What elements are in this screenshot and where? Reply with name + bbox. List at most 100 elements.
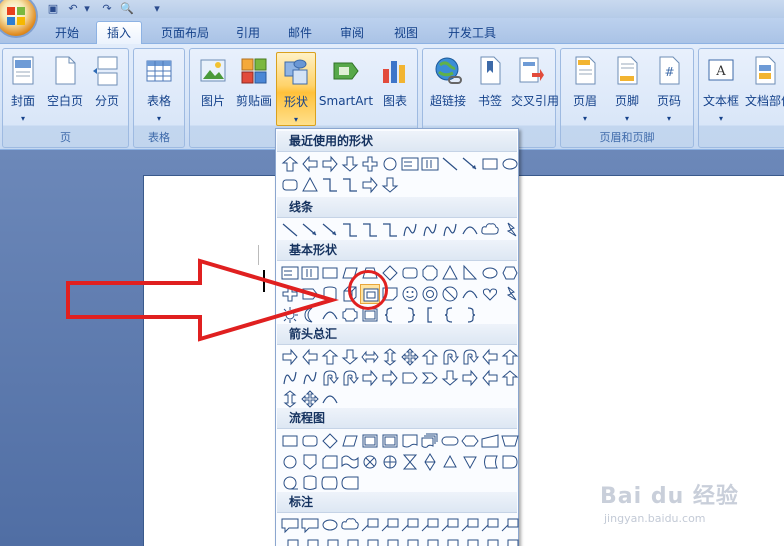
darr-shape-icon[interactable] — [380, 175, 400, 195]
curve-shape-icon[interactable] — [280, 368, 300, 388]
table-button[interactable]: 表格 ▾ — [138, 52, 180, 126]
qat-dropdown-icon[interactable]: ▾ — [150, 2, 164, 15]
rect-shape-icon[interactable] — [320, 263, 340, 283]
larr-shape-icon[interactable] — [300, 347, 320, 367]
linecall-shape-icon[interactable] — [360, 515, 380, 535]
footer-button[interactable]: 页脚 ▾ — [607, 52, 647, 126]
arrowline-shape-icon[interactable] — [300, 220, 320, 240]
darr-shape-icon[interactable] — [340, 154, 360, 174]
frame-shape-icon[interactable] — [360, 431, 380, 451]
uarr-shape-icon[interactable] — [420, 347, 440, 367]
tab-home[interactable]: 开始 — [44, 22, 90, 44]
arc-shape-icon[interactable] — [320, 389, 340, 409]
card-shape-icon[interactable] — [320, 452, 340, 472]
textbox-button[interactable]: A 文本框 ▾ — [701, 52, 741, 126]
lbrk-shape-icon[interactable] — [440, 305, 460, 325]
smile-shape-icon[interactable] — [400, 284, 420, 304]
term-shape-icon[interactable] — [440, 431, 460, 451]
tab-mailings[interactable]: 邮件 — [278, 22, 322, 44]
cover-button[interactable]: 封面 ▾ — [5, 52, 41, 126]
oval-shape-icon[interactable] — [480, 263, 500, 283]
orj-shape-icon[interactable] — [380, 452, 400, 472]
direct-shape-icon[interactable] — [320, 473, 340, 493]
darr-shape-icon[interactable] — [440, 368, 460, 388]
hyperlink-button[interactable]: 超链接 — [427, 52, 469, 126]
elbow-shape-icon[interactable] — [340, 220, 360, 240]
rect-shape-icon[interactable] — [280, 431, 300, 451]
linecall-shape-icon[interactable] — [480, 536, 500, 546]
uarr-shape-icon[interactable] — [280, 154, 300, 174]
redo-icon[interactable]: ↷ — [100, 2, 114, 15]
manop-shape-icon[interactable] — [500, 431, 520, 451]
cross-shape-icon[interactable] — [360, 154, 380, 174]
linecall-shape-icon[interactable] — [400, 515, 420, 535]
linecall-shape-icon[interactable] — [320, 536, 340, 546]
rarr-shape-icon[interactable] — [360, 175, 380, 195]
oval-shape-icon[interactable] — [500, 154, 520, 174]
linecall-shape-icon[interactable] — [460, 515, 480, 535]
print-preview-icon[interactable]: 🔍 — [120, 2, 134, 15]
rrect-shape-icon[interactable] — [280, 175, 300, 195]
udarr-shape-icon[interactable] — [280, 389, 300, 409]
magdisk-shape-icon[interactable] — [300, 473, 320, 493]
textbox-shape-icon[interactable] — [280, 263, 300, 283]
manual-shape-icon[interactable] — [480, 431, 500, 451]
sumj-shape-icon[interactable] — [360, 452, 380, 472]
curve-shape-icon[interactable] — [440, 220, 460, 240]
cube-shape-icon[interactable] — [340, 284, 360, 304]
tri-shape-icon[interactable] — [300, 175, 320, 195]
tab-page-layout[interactable]: 页面布局 — [150, 22, 220, 44]
prep-shape-icon[interactable] — [460, 431, 480, 451]
curve-shape-icon[interactable] — [300, 368, 320, 388]
uturn-shape-icon[interactable] — [320, 368, 340, 388]
linecall-shape-icon[interactable] — [460, 536, 480, 546]
tab-review[interactable]: 审阅 — [330, 22, 374, 44]
blank-page-button[interactable]: 空白页 — [45, 52, 85, 126]
rbrk-shape-icon[interactable] — [460, 305, 480, 325]
callout-shape-icon[interactable] — [280, 515, 300, 535]
cross-shape-icon[interactable] — [280, 284, 300, 304]
rect-shape-icon[interactable] — [480, 154, 500, 174]
linecall-shape-icon[interactable] — [480, 515, 500, 535]
header-button[interactable]: 页眉 ▾ — [565, 52, 605, 126]
multidoc-shape-icon[interactable] — [420, 431, 440, 451]
page-break-button[interactable]: 分页 — [89, 52, 125, 126]
sort-shape-icon[interactable] — [420, 452, 440, 472]
sqbr-shape-icon[interactable] — [420, 305, 440, 325]
linecall-shape-icon[interactable] — [500, 536, 520, 546]
picture-button[interactable]: 图片 — [194, 52, 232, 126]
seqacc-shape-icon[interactable] — [280, 473, 300, 493]
line-shape-icon[interactable] — [440, 154, 460, 174]
rrect-shape-icon[interactable] — [400, 263, 420, 283]
donut-shape-icon[interactable] — [420, 284, 440, 304]
undo-dropdown-icon[interactable]: ▾ — [80, 2, 94, 15]
elbow-shape-icon[interactable] — [380, 220, 400, 240]
offpage-shape-icon[interactable] — [300, 452, 320, 472]
oct-shape-icon[interactable] — [420, 263, 440, 283]
line-shape-icon[interactable] — [280, 220, 300, 240]
linecall-shape-icon[interactable] — [440, 536, 460, 546]
quick-parts-button[interactable]: 文档部件 — [743, 52, 784, 126]
arc-shape-icon[interactable] — [320, 305, 340, 325]
disp-b-shape-icon[interactable] — [340, 473, 360, 493]
trap-shape-icon[interactable] — [360, 263, 380, 283]
can-shape-icon[interactable] — [320, 284, 340, 304]
stored-shape-icon[interactable] — [480, 452, 500, 472]
penta-shape-icon[interactable] — [400, 368, 420, 388]
hex-shape-icon[interactable] — [500, 263, 520, 283]
quad-shape-icon[interactable] — [400, 347, 420, 367]
tri-shape-icon[interactable] — [440, 263, 460, 283]
rbrk-shape-icon[interactable] — [400, 305, 420, 325]
lbrk-shape-icon[interactable] — [380, 305, 400, 325]
cloud-shape-icon[interactable] — [340, 515, 360, 535]
collate-shape-icon[interactable] — [400, 452, 420, 472]
para-shape-icon[interactable] — [340, 431, 360, 451]
tab-view[interactable]: 视图 — [384, 22, 428, 44]
doc-shape-icon[interactable] — [400, 431, 420, 451]
moon-shape-icon[interactable] — [300, 305, 320, 325]
sun-shape-icon[interactable] — [280, 305, 300, 325]
rrect-shape-icon[interactable] — [300, 431, 320, 451]
udarr-shape-icon[interactable] — [380, 347, 400, 367]
linecall-shape-icon[interactable] — [420, 515, 440, 535]
uturn-shape-icon[interactable] — [340, 368, 360, 388]
